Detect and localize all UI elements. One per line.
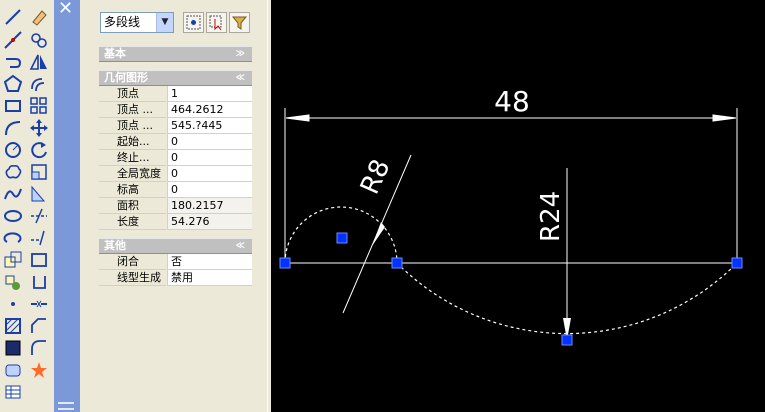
explode-icon[interactable] [28, 359, 50, 381]
section-misc-title: 其他 [104, 239, 126, 252]
collapse-icon[interactable]: ≪ [236, 239, 245, 253]
grip-point[interactable] [391, 257, 403, 269]
object-type-value: 多段线 [104, 15, 141, 29]
property-value: 54.276 [167, 214, 252, 230]
section-geometry-title: 几何图形 [104, 71, 148, 84]
expand-icon[interactable]: ≫ [236, 47, 245, 61]
chamfer-icon[interactable] [28, 293, 50, 315]
property-value[interactable]: 0 [167, 150, 252, 166]
property-label: 终止... [99, 150, 166, 166]
property-label: 起始... [99, 134, 166, 150]
circle-icon[interactable] [2, 139, 24, 161]
table-icon[interactable] [2, 381, 24, 403]
property-label: 面积 [99, 198, 166, 214]
dimension-r8-text: R8 [355, 155, 396, 199]
property-label: 顶点 [99, 86, 166, 102]
property-row[interactable]: 线型生成 禁用 [99, 270, 252, 286]
palette-title-strip: ✕ [54, 0, 80, 412]
section-basic-title: 基本 [104, 47, 126, 60]
ellipse-icon[interactable] [2, 205, 24, 227]
chevron-down-icon[interactable]: ▼ [156, 13, 173, 32]
property-label: 全局宽度 [99, 166, 166, 182]
section-basic[interactable]: 基本 ≫ [99, 46, 252, 62]
grip-point[interactable] [336, 232, 348, 244]
property-value[interactable]: 464.2612 [167, 102, 252, 118]
fillet-round-icon[interactable] [28, 337, 50, 359]
polyline-icon[interactable] [2, 51, 24, 73]
move-icon[interactable] [28, 117, 50, 139]
rotate-icon[interactable] [28, 139, 50, 161]
grip-point[interactable] [561, 334, 573, 346]
property-label: 闭合 [99, 254, 166, 270]
drawing-canvas[interactable]: 48 R8 R24 [271, 0, 765, 412]
property-value[interactable]: 545.?445 [167, 118, 252, 134]
section-geometry[interactable]: 几何图形 ≪ [99, 70, 252, 86]
property-label: 线型生成 [99, 270, 166, 286]
dimension-48[interactable] [284, 108, 738, 262]
property-label: 标高 [99, 182, 166, 198]
spline-icon[interactable] [2, 183, 24, 205]
region-icon[interactable] [2, 359, 24, 381]
insert-block-icon[interactable] [2, 249, 24, 271]
property-label: 长度 [99, 214, 166, 230]
property-row[interactable]: 终止... 0 [99, 150, 252, 166]
property-row[interactable]: 长度 54.276 [99, 214, 252, 230]
polygon-icon[interactable] [2, 73, 24, 95]
property-row[interactable]: 顶点 1 [99, 86, 252, 102]
property-value[interactable]: 禁用 [167, 270, 252, 286]
dimension-r24-text: R24 [536, 191, 566, 242]
section-misc[interactable]: 其他 ≪ [99, 238, 252, 254]
copy-icon[interactable] [28, 29, 50, 51]
erase-icon[interactable] [28, 6, 50, 28]
toggle-pickadd-icon[interactable] [229, 12, 250, 33]
grip-point[interactable] [279, 257, 291, 269]
palette-grip[interactable] [58, 402, 74, 410]
dimension-48-text: 48 [494, 85, 530, 118]
mirror-icon[interactable] [28, 51, 50, 73]
property-row[interactable]: 面积 180.2157 [99, 198, 252, 214]
property-value: 180.2157 [167, 198, 252, 214]
property-row[interactable]: 闭合否 [99, 254, 252, 270]
join-icon[interactable] [28, 271, 50, 293]
property-value[interactable]: 0 [167, 134, 252, 150]
revision-cloud-icon[interactable] [2, 161, 24, 183]
offset-icon[interactable] [28, 73, 50, 95]
break-icon[interactable] [28, 249, 50, 271]
arc-icon[interactable] [2, 117, 24, 139]
fillet-icon[interactable] [28, 315, 50, 337]
extend-icon[interactable] [28, 227, 50, 249]
property-label: 顶点 ... [99, 102, 166, 118]
hatch-icon[interactable] [2, 315, 24, 337]
construction-line-icon[interactable] [2, 29, 24, 51]
ellipse-arc-icon[interactable] [2, 227, 24, 249]
property-row[interactable]: 顶点 ... 464.2612 [99, 102, 252, 118]
line-icon[interactable] [2, 6, 24, 28]
array-icon[interactable] [28, 95, 50, 117]
draw-modify-toolbar [0, 0, 54, 412]
property-label: 顶点 ... [99, 118, 166, 134]
point-icon[interactable] [2, 293, 24, 315]
select-objects-icon[interactable] [206, 12, 227, 33]
rectangle-icon[interactable] [2, 95, 24, 117]
close-icon[interactable]: ✕ [58, 0, 73, 18]
object-type-select[interactable]: 多段线 ▼ [100, 12, 174, 33]
scale-icon[interactable] [28, 161, 50, 183]
property-value[interactable]: 0 [167, 182, 252, 198]
property-value[interactable]: 1 [167, 86, 252, 102]
trim-icon[interactable] [28, 205, 50, 227]
grip-point[interactable] [731, 257, 743, 269]
property-row[interactable]: 全局宽度 0 [99, 166, 252, 182]
property-row[interactable]: 起始... 0 [99, 134, 252, 150]
quick-select-icon[interactable] [183, 12, 204, 33]
collapse-icon[interactable]: ≪ [236, 71, 245, 85]
property-value[interactable]: 否 [167, 254, 252, 270]
property-value[interactable]: 0 [167, 166, 252, 182]
stretch-icon[interactable] [28, 183, 50, 205]
property-row[interactable]: 标高 0 [99, 182, 252, 198]
make-block-icon[interactable] [2, 271, 24, 293]
gradient-icon[interactable] [2, 337, 24, 359]
properties-palette: 多段线 ▼ 基本 ≫ 几何图形 ≪ 顶点 1 顶点 ... 464.2612 顶点 … [80, 0, 290, 412]
property-row[interactable]: 顶点 ... 545.?445 [99, 118, 252, 134]
